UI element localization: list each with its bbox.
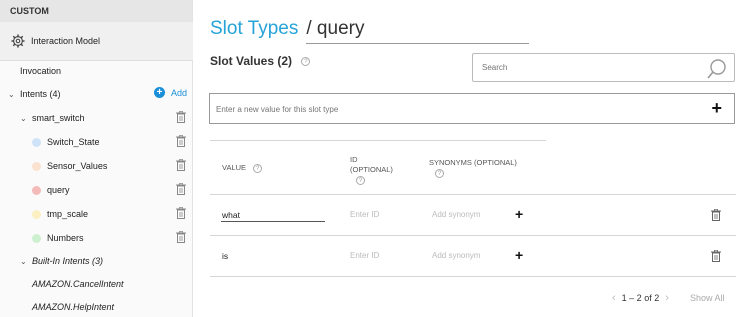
pagination: ‹ 1 – 2 of 2 › bbox=[606, 292, 675, 304]
chevron-right-icon[interactable]: › bbox=[665, 292, 669, 304]
sidebar-item-intents[interactable]: ⌄ Intents (4) + Add bbox=[0, 83, 193, 105]
page-title-prefix[interactable]: Slot Types bbox=[210, 18, 298, 40]
sidebar-item-interaction-model[interactable]: Interaction Model bbox=[0, 22, 193, 61]
value-underline bbox=[221, 221, 325, 222]
table-divider bbox=[210, 276, 736, 277]
slot-color-dot bbox=[32, 185, 41, 195]
builtin-intent-label: AMAZON.CancelIntent bbox=[32, 279, 124, 289]
add-intent-button[interactable]: + Add bbox=[154, 87, 187, 98]
sidebar-item-sensor-values[interactable]: Sensor_Values bbox=[0, 155, 193, 177]
help-icon[interactable]: ? bbox=[253, 163, 263, 173]
divider bbox=[210, 140, 546, 141]
trash-icon[interactable] bbox=[176, 159, 186, 171]
add-synonym-button[interactable]: + bbox=[515, 247, 523, 263]
show-all-button[interactable]: Show All bbox=[690, 293, 725, 303]
table-divider bbox=[210, 194, 736, 195]
slot-color-dot bbox=[32, 137, 41, 147]
sidebar-item-help-intent[interactable]: AMAZON.HelpIntent bbox=[0, 296, 193, 317]
slot-type-label: Numbers bbox=[47, 233, 84, 243]
trash-icon[interactable] bbox=[711, 250, 721, 262]
help-icon[interactable]: ? bbox=[301, 57, 311, 67]
add-value-button[interactable]: + bbox=[711, 98, 722, 119]
table-divider bbox=[210, 235, 736, 236]
builtin-intent-label: AMAZON.HelpIntent bbox=[32, 302, 115, 312]
sidebar-item-switch-state[interactable]: Switch_State bbox=[0, 131, 193, 153]
sidebar: CUSTOM Interaction Model Invocation ⌄ In… bbox=[0, 0, 193, 317]
sidebar-item-numbers[interactable]: Numbers bbox=[0, 227, 193, 249]
slot-values-label: Slot Values (2) bbox=[210, 54, 293, 68]
help-icon[interactable]: ? bbox=[435, 168, 444, 178]
chevron-left-icon[interactable]: ‹ bbox=[612, 292, 616, 304]
add-synonym-button[interactable]: + bbox=[515, 206, 523, 222]
trash-icon[interactable] bbox=[176, 135, 186, 147]
sidebar-item-invocation[interactable]: Invocation bbox=[0, 60, 193, 82]
slot-color-dot bbox=[32, 161, 41, 171]
column-header-id: ID (OPTIONAL) ? bbox=[350, 155, 393, 185]
slot-color-dot bbox=[32, 209, 41, 219]
pagination-range: 1 – 2 of 2 bbox=[621, 293, 660, 303]
chevron-down-icon[interactable]: ⌄ bbox=[8, 90, 18, 99]
interaction-model-label: Interaction Model bbox=[31, 36, 101, 46]
sidebar-item-builtin-intents[interactable]: ⌄ Built-In Intents (3) bbox=[0, 250, 193, 272]
new-value-input[interactable] bbox=[216, 105, 616, 114]
slot-type-label: Switch_State bbox=[47, 137, 100, 147]
slot-type-label: tmp_scale bbox=[47, 209, 89, 219]
trash-icon[interactable] bbox=[176, 231, 186, 243]
value-cell[interactable]: what bbox=[222, 210, 240, 220]
page-title: Slot Types / query bbox=[210, 18, 530, 44]
sidebar-header: CUSTOM bbox=[0, 0, 192, 22]
invocation-label: Invocation bbox=[20, 66, 62, 76]
column-id-label: ID bbox=[350, 155, 358, 164]
slot-type-label: query bbox=[47, 185, 70, 195]
trash-icon[interactable] bbox=[176, 207, 186, 219]
gear-icon bbox=[11, 34, 25, 48]
sidebar-item-cancel-intent[interactable]: AMAZON.CancelIntent bbox=[0, 273, 193, 295]
column-header-value: VALUE ? bbox=[222, 163, 263, 173]
builtin-intents-label: Built-In Intents (3) bbox=[32, 256, 104, 266]
column-header-synonyms: SYNONYMS (OPTIONAL) ? bbox=[429, 158, 517, 178]
trash-icon[interactable] bbox=[711, 209, 721, 221]
id-input[interactable]: Enter ID bbox=[350, 251, 379, 260]
new-value-box: + bbox=[209, 93, 735, 124]
slot-type-name-field[interactable]: / query bbox=[306, 18, 530, 44]
slot-type-label: Sensor_Values bbox=[47, 161, 108, 171]
synonym-input[interactable]: Add synonym bbox=[432, 210, 480, 219]
id-input[interactable]: Enter ID bbox=[350, 210, 379, 219]
search-input[interactable] bbox=[482, 63, 682, 72]
plus-circle-icon: + bbox=[154, 87, 165, 98]
synonym-input[interactable]: Add synonym bbox=[432, 251, 480, 260]
column-id-optional-label: (OPTIONAL) bbox=[350, 165, 393, 174]
app-root: CUSTOM Interaction Model Invocation ⌄ In… bbox=[0, 0, 748, 317]
chevron-down-icon[interactable]: ⌄ bbox=[20, 257, 30, 266]
search-icon[interactable] bbox=[706, 58, 728, 80]
sidebar-item-tmp-scale[interactable]: tmp_scale bbox=[0, 203, 193, 225]
search-box bbox=[472, 53, 735, 82]
column-synonyms-label: SYNONYMS (OPTIONAL) bbox=[429, 158, 517, 167]
help-icon[interactable]: ? bbox=[356, 175, 365, 185]
sidebar-item-smart-switch[interactable]: ⌄ smart_switch bbox=[0, 107, 193, 129]
column-value-label: VALUE bbox=[222, 163, 247, 172]
trash-icon[interactable] bbox=[176, 183, 186, 195]
slot-values-heading: Slot Values (2) ? bbox=[210, 54, 311, 68]
chevron-down-icon[interactable]: ⌄ bbox=[20, 114, 30, 123]
intent-label: smart_switch bbox=[32, 113, 85, 123]
value-cell[interactable]: is bbox=[222, 251, 228, 261]
intents-label: Intents (4) bbox=[20, 89, 61, 99]
trash-icon[interactable] bbox=[176, 111, 186, 123]
sidebar-item-query[interactable]: query bbox=[0, 179, 193, 201]
slot-color-dot bbox=[32, 233, 41, 243]
add-label: Add bbox=[171, 87, 188, 98]
